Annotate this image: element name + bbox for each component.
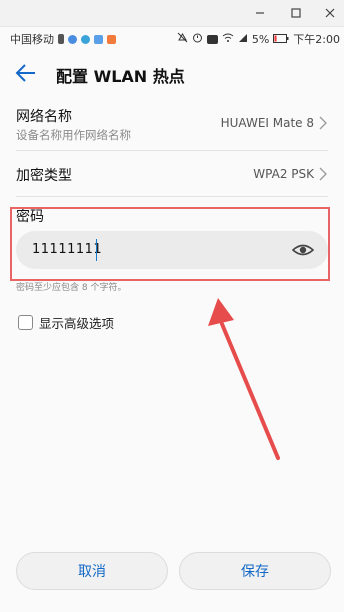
status-bar: 中国移动 5% 下午2:00 [0,26,344,50]
back-arrow-icon[interactable] [14,62,38,84]
encryption-row[interactable]: 加密类型 WPA2 PSK [0,152,344,194]
carrier-name: 中国移动 [10,33,54,46]
encryption-value: WPA2 PSK [253,167,314,181]
hd-icon [206,34,218,44]
advanced-options-checkbox[interactable] [18,314,33,330]
battery-percent: 5% [251,32,270,46]
password-hint: 密码至少应包含 8 个字符。 [16,283,127,293]
close-icon[interactable] [320,3,340,23]
network-name-value: HUAWEI Mate 8 [220,116,314,130]
network-name-row[interactable]: 网络名称 设备名称用作网络名称 HUAWEI Mate 8 [0,100,344,148]
chevron-right-icon [318,115,328,130]
clock: 下午2:00 [293,33,340,46]
app-icon-1 [68,34,77,44]
advanced-options-label: 显示高级选项 [39,315,115,331]
encryption-label: 加密类型 [16,168,72,184]
alarm-off-icon [177,32,188,46]
cancel-button[interactable]: 取消 [16,552,168,590]
minimize-icon[interactable] [250,3,270,23]
network-name-label: 网络名称 [16,109,72,125]
chevron-right-icon [318,166,328,181]
signal-icon [238,33,248,46]
alarm-icon [192,32,203,46]
page-title: 配置 WLAN 热点 [56,67,185,86]
divider [16,150,328,151]
window-titlebar [0,0,344,27]
app-icon-3 [94,34,103,44]
app-icon-4 [107,34,116,44]
app-bar: 配置 WLAN 热点 [0,50,344,96]
annotation-arrow [208,298,280,460]
network-name-sublabel: 设备名称用作网络名称 [16,128,131,142]
wifi-icon [222,33,234,46]
battery-icon [273,33,289,46]
save-button[interactable]: 保存 [179,552,331,590]
maximize-icon[interactable] [286,3,306,23]
advanced-options-checkbox-row[interactable]: 显示高级选项 [18,313,114,331]
app-icon-2 [81,34,90,44]
divider [16,196,328,197]
annotation-highlight-box [10,207,330,281]
sim-card-icon [58,34,64,44]
